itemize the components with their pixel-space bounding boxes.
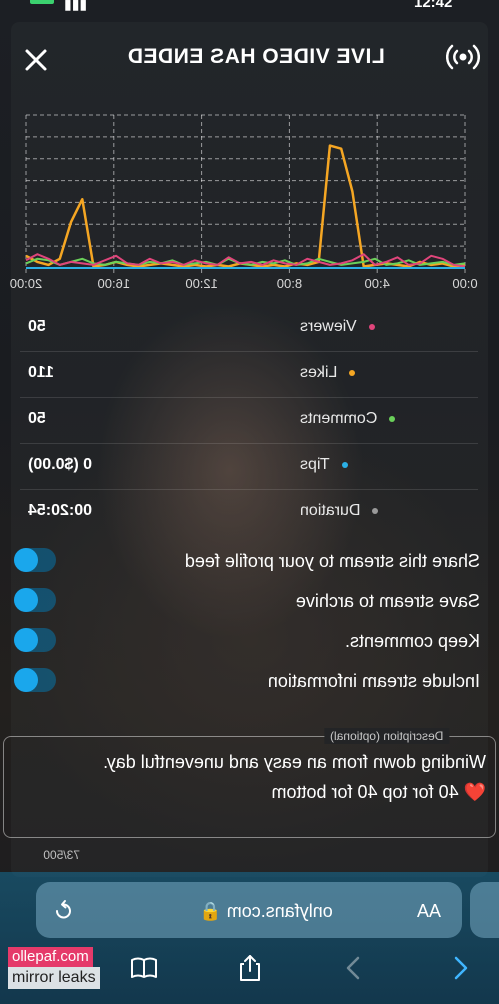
stat-row-likes: Likes 110 xyxy=(20,352,478,398)
toggle-label: Include stream information xyxy=(267,671,480,691)
forward-icon[interactable] xyxy=(444,952,476,984)
x-tick-label: 0:00 xyxy=(452,276,477,291)
include-info-toggle[interactable] xyxy=(14,668,56,692)
share-to-feed-toggle[interactable] xyxy=(14,548,56,572)
watermark-line1: ollepaf.com xyxy=(8,947,93,967)
description-line: Winding down from an easy and uneventful… xyxy=(103,752,486,772)
stat-dot xyxy=(349,369,356,376)
status-bar: ▮▮▮ 12:42 xyxy=(0,0,499,14)
stat-value: 50 xyxy=(28,318,46,335)
share-icon[interactable] xyxy=(234,952,266,984)
x-tick-label: 8:00 xyxy=(277,276,302,291)
reload-icon xyxy=(56,900,71,919)
save-archive-toggle[interactable] xyxy=(14,588,56,612)
toggle-label: Save stream to archive xyxy=(295,591,480,611)
page-title: LIVE VIDEO HAS ENDED xyxy=(127,45,385,68)
lock-icon: 🔒 xyxy=(199,901,222,921)
stat-dot xyxy=(368,323,375,330)
keep-comments-toggle[interactable] xyxy=(14,628,56,652)
reader-settings-button[interactable]: AA xyxy=(414,898,444,924)
close-button[interactable] xyxy=(20,44,52,76)
stream-options: Share this stream to your profile feed S… xyxy=(0,540,499,700)
stat-dot xyxy=(372,507,379,514)
x-tick-label: 16:00 xyxy=(98,276,131,291)
stat-label: Likes xyxy=(300,364,338,381)
watermark-line2: mirror leaks xyxy=(8,967,100,989)
stat-dot xyxy=(389,415,396,422)
stat-label: Comments xyxy=(300,410,378,427)
x-tick-label: 20:00 xyxy=(10,276,43,291)
stat-row-viewers: Viewers 50 xyxy=(20,306,478,352)
series-line-0 xyxy=(25,144,466,268)
x-tick-label: 4:00 xyxy=(365,276,390,291)
next-tab-pill[interactable] xyxy=(470,882,499,938)
description-text: Winding down from an easy and uneventful… xyxy=(26,747,486,807)
back-icon[interactable] xyxy=(338,952,370,984)
stats-list: Viewers 50 Likes 110 Comments 50 Tips 0 … xyxy=(20,306,478,536)
live-broadcast-icon xyxy=(445,42,481,72)
option-save-archive: Save stream to archive xyxy=(0,580,499,620)
description-legend: Description (optional) xyxy=(324,728,450,744)
url-label: onlyfans.com xyxy=(226,901,333,921)
stat-value: 00:20:54 xyxy=(28,502,93,519)
stat-label: Duration xyxy=(300,502,361,519)
stat-label: Viewers xyxy=(300,318,357,335)
stat-row-duration: Duration 00:20:54 xyxy=(20,490,478,536)
address-bar[interactable]: onlyfans.com 🔒 AA xyxy=(36,882,462,938)
stat-dot xyxy=(341,461,348,468)
url-text: onlyfans.com 🔒 xyxy=(166,898,366,924)
battery-icon xyxy=(30,0,54,4)
toggle-knob xyxy=(14,628,38,652)
x-tick-label: 12:00 xyxy=(185,276,218,291)
signal-icon: ▮▮▮ xyxy=(64,0,88,12)
stream-stats-chart: 0:00 4:00 8:00 12:00 16:00 20:00 xyxy=(10,110,478,295)
close-icon xyxy=(25,49,47,71)
stat-value: 0 ($0.00) xyxy=(28,456,93,473)
character-counter: 73/500 xyxy=(43,848,80,862)
stat-value: 50 xyxy=(28,410,46,427)
option-include-info: Include stream information xyxy=(0,660,499,700)
stat-value: 110 xyxy=(28,364,54,381)
toggle-knob xyxy=(14,548,38,572)
watermark: ollepaf.com mirror leaks xyxy=(8,947,108,989)
toggle-label: Keep comments. xyxy=(344,631,480,651)
description-line: ❤️ 40 for top 40 for bottom xyxy=(271,782,486,802)
option-share-to-feed: Share this stream to your profile feed xyxy=(0,540,499,580)
toggle-knob xyxy=(14,588,38,612)
stat-label: Tips xyxy=(300,456,330,473)
stat-row-tips: Tips 0 ($0.00) xyxy=(20,444,478,490)
toggle-label: Share this stream to your profile feed xyxy=(184,551,480,571)
toggle-knob xyxy=(14,668,38,692)
chart-svg: 0:00 4:00 8:00 12:00 16:00 20:00 xyxy=(10,114,478,291)
description-field[interactable]: Description (optional) Winding down from… xyxy=(3,728,496,838)
bookmarks-icon[interactable] xyxy=(128,952,160,984)
status-time: 12:42 xyxy=(414,0,453,11)
reload-button[interactable] xyxy=(50,898,76,924)
option-keep-comments: Keep comments. xyxy=(0,620,499,660)
stat-row-comments: Comments 50 xyxy=(20,398,478,444)
